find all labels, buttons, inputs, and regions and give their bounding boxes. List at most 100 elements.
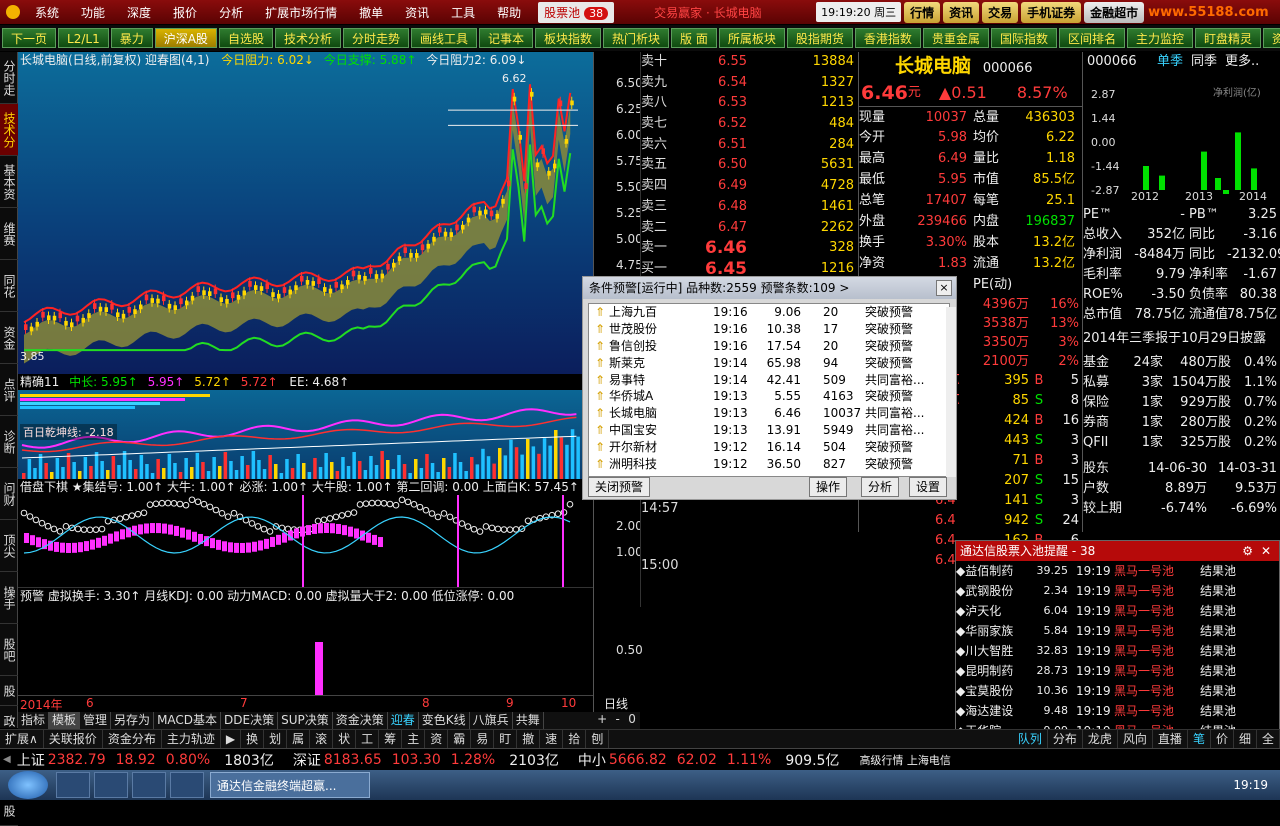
side-tab-8[interactable]: 问财 bbox=[0, 468, 18, 520]
function-tab-15[interactable]: 易 bbox=[471, 730, 495, 748]
function-tab-1[interactable]: 关联报价 bbox=[44, 730, 103, 748]
stock-pool-button[interactable]: 股票池 38 bbox=[538, 1, 615, 23]
right-tab-0[interactable]: 队列 bbox=[1013, 730, 1048, 748]
side-tab-6[interactable]: 点评 bbox=[0, 364, 18, 416]
function-tab-4[interactable]: ▶ bbox=[221, 730, 242, 748]
toolbar-button-11[interactable]: 版 面 bbox=[671, 28, 717, 48]
toolbar-button-17[interactable]: 区间排名 bbox=[1058, 28, 1125, 48]
menu-news[interactable]: 资讯 bbox=[394, 4, 440, 21]
indicator-tab-10[interactable]: 八旗兵 bbox=[470, 712, 513, 729]
function-tab-0[interactable]: 扩展∧ bbox=[0, 730, 44, 748]
fund-tab-same-quarter[interactable]: 同季 bbox=[1191, 52, 1217, 72]
toolbar-button-18[interactable]: 主力监控 bbox=[1126, 28, 1193, 48]
sell-row-7[interactable]: 卖三 6.48 1461 bbox=[641, 197, 858, 218]
side-tab-11[interactable]: 股吧 bbox=[0, 624, 18, 676]
sell-row-9[interactable]: 卖一 6.46 328 bbox=[641, 238, 858, 259]
toolbar-button-5[interactable]: 技术分析 bbox=[274, 28, 341, 48]
toolbar-button-1[interactable]: L2/L1 bbox=[58, 28, 109, 48]
period-label[interactable]: 日线 bbox=[593, 695, 640, 712]
ie-icon[interactable] bbox=[56, 772, 90, 798]
alert-row-7[interactable]: ⇑ 中国宝安 19:13 13.91 5949 共同富裕... bbox=[589, 422, 949, 439]
pool-row-1[interactable]: ◆武钢股份 2.34 19:19 黑马一号池 结果池 bbox=[956, 581, 1279, 601]
right-tab-2[interactable]: 龙虎 bbox=[1083, 730, 1118, 748]
zoom-out-button[interactable]: - bbox=[616, 712, 620, 729]
function-tab-16[interactable]: 盯 bbox=[494, 730, 518, 748]
indicator-panel-3[interactable]: 借盘下棋 ★集结号: 1.00↑ 大牛: 1.00↑ 必涨: 1.00↑ 大牛股… bbox=[18, 479, 593, 587]
alert-row-6[interactable]: ⇑ 长城电脑 19:13 6.46 10037 共同富裕... bbox=[589, 405, 949, 422]
sell-row-8[interactable]: 卖二 6.47 2262 bbox=[641, 218, 858, 239]
settings-button[interactable]: 设置 bbox=[909, 477, 948, 497]
indicator-tab-3[interactable]: 另存为 bbox=[111, 712, 155, 729]
menu-cancel-order[interactable]: 撤单 bbox=[348, 4, 394, 21]
taskbar-app-button[interactable]: 通达信金融终端超赢... bbox=[210, 772, 370, 798]
indicator-tab-8[interactable]: 迎春 bbox=[388, 712, 419, 729]
operate-button[interactable]: 操作 bbox=[809, 477, 848, 497]
function-tab-8[interactable]: 滚 bbox=[310, 730, 334, 748]
explorer-icon[interactable] bbox=[94, 772, 128, 798]
indicator-tab-5[interactable]: DDE决策 bbox=[221, 712, 279, 729]
zoom-reset-button[interactable]: 0 bbox=[628, 712, 636, 729]
indicator-tab-4[interactable]: MACD基本 bbox=[154, 712, 222, 729]
toolbar-button-13[interactable]: 股指期货 bbox=[786, 28, 853, 48]
indicator-tab-7[interactable]: 资金决策 bbox=[333, 712, 388, 729]
top-button-trade[interactable]: 交易 bbox=[982, 1, 1019, 23]
menu-extended-market[interactable]: 扩展市场行情 bbox=[254, 4, 348, 21]
function-tab-14[interactable]: 霸 bbox=[448, 730, 472, 748]
fund-tab-more[interactable]: 更多.. bbox=[1225, 52, 1259, 72]
indicator-panel-4[interactable]: 预警 虚拟换手: 3.30↑ 月线KDJ: 0.00 动力MACD: 0.00 … bbox=[18, 587, 593, 696]
indicator-tab-9[interactable]: 变色K线 bbox=[419, 712, 470, 729]
alert-row-4[interactable]: ⇑ 易事特 19:14 42.41 509 共同富裕... bbox=[589, 372, 949, 389]
indicator-tab-2[interactable]: 管理 bbox=[80, 712, 112, 729]
function-tab-2[interactable]: 资金分布 bbox=[103, 730, 162, 748]
toolbar-button-6[interactable]: 分时走势 bbox=[342, 28, 409, 48]
toolbar-button-19[interactable]: 盯盘精灵 bbox=[1194, 28, 1261, 48]
alert-list[interactable]: ⇑ 上海九百 19:16 9.06 20 突破预警 ⇑ 世茂股份 19:16 10.38 17 突破预… bbox=[588, 303, 950, 477]
indicator-panel-2[interactable]: 精确11 中长: 5.95↑ 5.95↑ 5.72↑ 5.72↑ EE: 4.6… bbox=[18, 374, 593, 479]
kline-panel[interactable]: 长城电脑(日线,前复权) 迎春图(4,1) 今日阻力: 6.02↓ 今日支撑: … bbox=[18, 52, 593, 374]
gear-icon[interactable]: ⚙ bbox=[1242, 541, 1253, 561]
toolbar-button-2[interactable]: 暴力 bbox=[110, 28, 153, 48]
toolbar-button-8[interactable]: 记事本 bbox=[479, 28, 534, 48]
side-tab-12[interactable]: 股吧 bbox=[0, 676, 18, 706]
pool-row-7[interactable]: ◆海达建设 9.48 19:19 黑马一号池 结果池 bbox=[956, 701, 1279, 721]
right-tab-8[interactable]: 全 bbox=[1257, 730, 1280, 748]
side-tab-3[interactable]: 维赛 bbox=[0, 208, 18, 260]
toolbar-button-3[interactable]: 沪深A股 bbox=[154, 28, 217, 48]
pool-row-3[interactable]: ◆华丽家族 5.84 19:19 黑马一号池 结果池 bbox=[956, 621, 1279, 641]
indicator-tab-0[interactable]: 指标 bbox=[18, 712, 50, 729]
alert-row-9[interactable]: ⇑ 洲明科技 19:12 36.50 827 突破预警 bbox=[589, 456, 949, 473]
toolbar-button-20[interactable]: 资金驱动 bbox=[1263, 28, 1280, 48]
toolbar-button-12[interactable]: 所属板块 bbox=[718, 28, 785, 48]
side-tab-9[interactable]: 顶尖 bbox=[0, 520, 18, 572]
function-tab-3[interactable]: 主力轨迹 bbox=[162, 730, 221, 748]
alert-row-1[interactable]: ⇑ 世茂股份 19:16 10.38 17 突破预警 bbox=[589, 321, 949, 338]
sell-row-6[interactable]: 卖四 6.49 4728 bbox=[641, 176, 858, 197]
finance-market-button[interactable]: 金融超市 bbox=[1084, 1, 1145, 23]
app-icon[interactable] bbox=[170, 772, 204, 798]
menu-system[interactable]: 系统 bbox=[24, 4, 70, 21]
function-tab-9[interactable]: 状 bbox=[333, 730, 357, 748]
sell-row-2[interactable]: 卖八 6.53 1213 bbox=[641, 93, 858, 114]
toolbar-button-0[interactable]: 下一页 bbox=[2, 28, 57, 48]
function-tab-11[interactable]: 筹 bbox=[379, 730, 403, 748]
function-tab-17[interactable]: 撤 bbox=[517, 730, 541, 748]
function-tab-20[interactable]: 刨 bbox=[586, 730, 610, 748]
alert-row-0[interactable]: ⇑ 上海九百 19:16 9.06 20 突破预警 bbox=[589, 304, 949, 321]
function-tab-19[interactable]: 拾 bbox=[563, 730, 587, 748]
indicator-tab-11[interactable]: 共舞 bbox=[513, 712, 544, 729]
sell-row-5[interactable]: 卖五 6.50 5631 bbox=[641, 155, 858, 176]
top-button-mobile[interactable]: 手机证券 bbox=[1021, 1, 1082, 23]
menu-tools[interactable]: 工具 bbox=[440, 4, 486, 21]
top-button-quote[interactable]: 行情 bbox=[904, 1, 941, 23]
indicator-tab-1[interactable]: 模板 bbox=[49, 712, 81, 729]
sell-row-4[interactable]: 卖六 6.51 284 bbox=[641, 135, 858, 156]
right-tab-6[interactable]: 价 bbox=[1211, 730, 1234, 748]
top-button-news[interactable]: 资讯 bbox=[943, 1, 980, 23]
toolbar-button-10[interactable]: 热门析块 bbox=[603, 28, 670, 48]
side-tab-10[interactable]: 操手 bbox=[0, 572, 18, 624]
indicator-tab-6[interactable]: SUP决策 bbox=[278, 712, 333, 729]
pool-row-5[interactable]: ◆昆明制药 28.73 19:19 黑马一号池 结果池 bbox=[956, 661, 1279, 681]
side-tab-1[interactable]: 技术分析 bbox=[0, 104, 18, 156]
toolbar-button-15[interactable]: 贵重金属 bbox=[922, 28, 989, 48]
side-tab-0[interactable]: 分时走势 bbox=[0, 52, 18, 104]
